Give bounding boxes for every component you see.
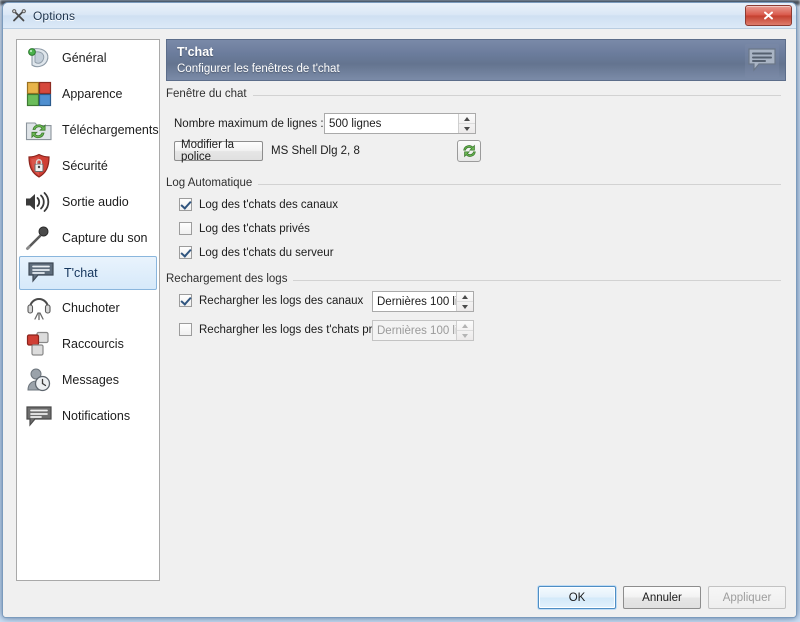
group-title: Fenêtre du chat: [166, 88, 253, 100]
sidebar-item-general[interactable]: Général: [18, 40, 158, 76]
ok-button[interactable]: OK: [538, 586, 616, 609]
checkbox-reload-private-logs[interactable]: Rechargher les logs des t'chats privés: [179, 323, 393, 336]
checkbox-label: Rechargher les logs des canaux: [199, 294, 364, 307]
max-lines-row: Nombre maximum de lignes : 500 lignes: [174, 113, 786, 134]
settings-panel: T'chat Configurer les fenêtres de t'chat: [166, 39, 786, 581]
page-title: T'chat: [177, 45, 214, 59]
window-title: Options: [33, 8, 76, 23]
stepper-down-button: [457, 330, 473, 340]
chat-bubble-icon: [745, 44, 779, 78]
stepper-buttons: [456, 321, 473, 340]
group-title: Rechargement des logs: [166, 273, 294, 285]
sidebar-item-label: Sortie audio: [62, 195, 129, 209]
reload-private-lines-stepper[interactable]: Dernières 100 lignes: [372, 320, 474, 341]
sidebar-item-raccourcis[interactable]: Raccourcis: [18, 326, 158, 362]
sidebar-item-telechargements[interactable]: Téléchargements: [18, 112, 159, 148]
sidebar-item-label: Notifications: [62, 409, 131, 423]
change-font-button[interactable]: Modifier la police: [174, 139, 263, 163]
sidebar-item-label: Capture du son: [62, 231, 148, 245]
checkbox-indicator[interactable]: [179, 246, 192, 259]
checkbox-indicator[interactable]: [179, 198, 192, 211]
sidebar-item-label: Chuchoter: [62, 301, 120, 315]
sidebar-item-apparence[interactable]: Apparence: [18, 76, 158, 112]
sidebar-item-label: Messages: [62, 373, 119, 387]
sidebar-item-label: Téléchargements: [62, 123, 159, 137]
font-value: MS Shell Dlg 2, 8: [271, 145, 360, 157]
chevron-down-icon: [462, 333, 468, 338]
messages-clock-icon: [23, 365, 55, 395]
panel-header: T'chat Configurer les fenêtres de t'chat: [166, 39, 786, 81]
sidebar-item-notifications[interactable]: Notifications: [18, 398, 158, 434]
checkbox-log-private-chats[interactable]: Log des t'chats privés: [179, 222, 310, 235]
checkbox-label: Rechargher les logs des t'chats privés: [199, 323, 393, 336]
checkbox-indicator[interactable]: [179, 222, 192, 235]
speaker-icon: [23, 187, 55, 217]
refresh-icon: [462, 144, 476, 158]
max-lines-stepper[interactable]: 500 lignes: [324, 113, 476, 134]
sidebar-item-label: Apparence: [62, 87, 123, 101]
font-row: Modifier la police MS Shell Dlg 2, 8: [174, 139, 786, 163]
settings-sidebar: Général Apparence Téléchargements Sécuri…: [16, 39, 160, 581]
max-lines-value[interactable]: 500 lignes: [325, 114, 458, 133]
reset-font-button[interactable]: [457, 140, 481, 162]
stepper-up-button: [457, 321, 473, 330]
checkbox-label: Log des t'chats des canaux: [199, 198, 339, 211]
stepper-buttons: [458, 114, 475, 133]
stepper-up-button[interactable]: [457, 292, 473, 301]
chevron-up-icon: [462, 294, 468, 299]
chat-bubble-icon: [25, 258, 57, 288]
group-title: Log Automatique: [166, 177, 259, 189]
group-reload-logs: Rechargement des logs Rechargher les log…: [166, 273, 786, 350]
sidebar-item-label: Général: [62, 51, 107, 65]
options-dialog: Options Général Apparence Téléchargement…: [2, 2, 797, 618]
group-divider: [166, 95, 781, 96]
checkbox-label: Log des t'chats privés: [199, 222, 310, 235]
stepper-down-button[interactable]: [459, 123, 475, 133]
cancel-button[interactable]: Annuler: [623, 586, 701, 609]
checkbox-label: Log des t'chats du serveur: [199, 246, 334, 259]
notifications-icon: [23, 401, 55, 431]
chevron-up-icon: [462, 323, 468, 328]
reload-channel-lines-value[interactable]: Dernières 100 lignes: [373, 292, 456, 311]
sidebar-item-messages[interactable]: Messages: [18, 362, 158, 398]
microphone-icon: [23, 223, 55, 253]
tools-icon: [11, 8, 27, 24]
apply-button[interactable]: Appliquer: [708, 586, 786, 609]
appearance-icon: [23, 79, 55, 109]
checkbox-log-server-chats[interactable]: Log des t'chats du serveur: [179, 246, 334, 259]
dialog-client-area: Général Apparence Téléchargements Sécuri…: [3, 29, 796, 617]
chevron-down-icon: [462, 304, 468, 309]
chevron-up-icon: [464, 116, 470, 121]
group-chat-window: Fenêtre du chat Nombre maximum de lignes…: [166, 88, 786, 165]
stepper-buttons: [456, 292, 473, 311]
chevron-down-icon: [464, 126, 470, 131]
stepper-down-button[interactable]: [457, 301, 473, 311]
group-auto-log: Log Automatique Log des t'chats des cana…: [166, 177, 786, 264]
checkbox-indicator[interactable]: [179, 323, 192, 336]
close-button[interactable]: [745, 5, 792, 26]
sidebar-item-sortie-audio[interactable]: Sortie audio: [18, 184, 158, 220]
page-subtitle: Configurer les fenêtres de t'chat: [177, 63, 340, 75]
security-shield-icon: [23, 151, 55, 181]
general-icon: [23, 43, 55, 73]
title-bar: Options: [3, 3, 796, 29]
sidebar-item-chuchoter[interactable]: Chuchoter: [18, 290, 158, 326]
sidebar-item-label: Raccourcis: [62, 337, 124, 351]
checkbox-indicator[interactable]: [179, 294, 192, 307]
downloads-icon: [23, 115, 55, 145]
reload-private-lines-value: Dernières 100 lignes: [377, 324, 456, 337]
sidebar-item-tchat[interactable]: T'chat: [19, 256, 157, 290]
checkbox-log-channel-chats[interactable]: Log des t'chats des canaux: [179, 198, 338, 211]
checkbox-reload-channel-logs[interactable]: Rechargher les logs des canaux: [179, 294, 363, 307]
dialog-footer: OK Annuler Appliquer: [538, 586, 786, 609]
shortcuts-icon: [23, 329, 55, 359]
sidebar-item-securite[interactable]: Sécurité: [18, 148, 158, 184]
reload-channel-lines-stepper[interactable]: Dernières 100 lignes: [372, 291, 474, 312]
sidebar-item-label: T'chat: [64, 266, 98, 280]
sidebar-item-capture-du-son[interactable]: Capture du son: [18, 220, 158, 256]
headset-icon: [23, 293, 55, 323]
sidebar-item-label: Sécurité: [62, 159, 108, 173]
max-lines-label: Nombre maximum de lignes :: [174, 117, 324, 130]
stepper-up-button[interactable]: [459, 114, 475, 123]
